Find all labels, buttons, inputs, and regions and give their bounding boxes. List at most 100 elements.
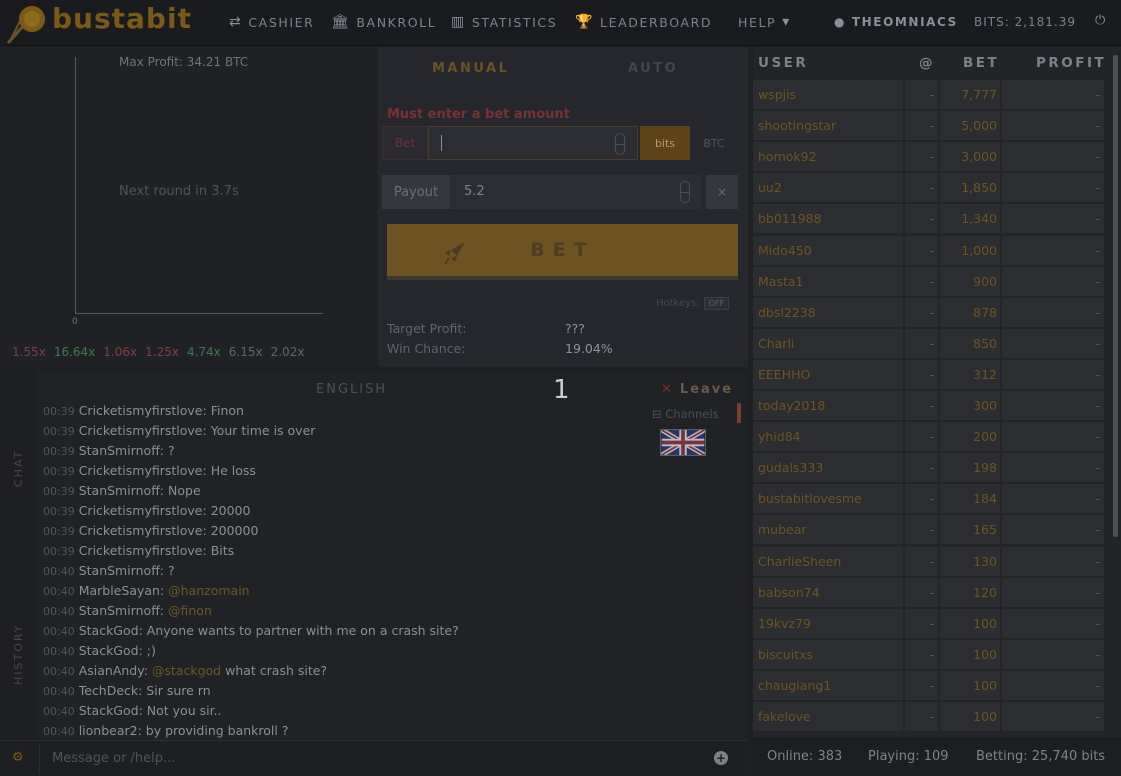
message-author[interactable]: StanSmirnoff: [79, 603, 164, 618]
message-author[interactable]: Cricketismyfirstlove: [79, 403, 207, 418]
message-author[interactable]: MarbleSayan: [79, 583, 164, 598]
message-author[interactable]: StackGod: [79, 703, 143, 718]
gear-icon[interactable]: ⚙ [12, 750, 24, 765]
message-author[interactable]: StanSmirnoff: [79, 443, 164, 458]
player-name[interactable]: uu2 [753, 173, 903, 203]
player-row[interactable]: biscuitxs -100- [753, 639, 1106, 669]
crash-history-item[interactable]: 6.15x [229, 345, 263, 359]
player-row[interactable]: chaugiang1-100- [753, 670, 1106, 700]
channels-toggle[interactable]: ⊟ Channels [652, 407, 719, 421]
crash-history-item[interactable]: 16.64x [54, 345, 95, 359]
tab-manual[interactable]: MANUAL [432, 61, 509, 76]
btc-unit-button[interactable]: BTC [690, 126, 738, 160]
player-row[interactable]: yhid84-200- [753, 422, 1106, 452]
player-name[interactable]: bb011988 [753, 204, 903, 234]
players-scrollbar[interactable] [1113, 55, 1118, 537]
message-author[interactable]: StackGod: [79, 643, 143, 658]
player-name[interactable]: fakelove [753, 702, 903, 731]
bits-unit-button[interactable]: bits [640, 126, 690, 160]
crash-history-item[interactable]: 1.25x [145, 345, 179, 359]
player-name[interactable]: yhid84 [753, 422, 903, 452]
player-name[interactable]: babson74 [753, 577, 903, 607]
crash-history-item[interactable]: 4.74x [187, 345, 221, 359]
payout-input[interactable]: 5.2 [450, 175, 702, 209]
message-author[interactable]: Cricketismyfirstlove: [79, 463, 207, 478]
player-row[interactable]: bustabitlovesme -184- [753, 484, 1106, 514]
leave-channel-button[interactable]: ✕ Leave [661, 382, 733, 397]
message-mention[interactable]: @stackgod [148, 663, 221, 678]
nav-leaderboard[interactable]: 🏆 LEADERBOARD [575, 14, 712, 30]
chat-scrollbar[interactable] [737, 403, 741, 423]
brand-name[interactable]: bustabit [52, 2, 192, 35]
player-name[interactable]: dbsl2238 [753, 297, 903, 327]
tab-history[interactable]: HISTORY [12, 623, 25, 685]
nav-cashier[interactable]: ⇄ CASHIER [229, 14, 314, 30]
message-author[interactable]: StanSmirnoff: [79, 483, 164, 498]
message-author[interactable]: Cricketismyfirstlove: [79, 423, 207, 438]
bustabit-logo[interactable] [4, 3, 50, 45]
message-author[interactable]: TechDeck: [79, 683, 143, 698]
message-mention[interactable]: @finon [164, 603, 212, 618]
player-row[interactable]: CharlieSheen -130- [753, 546, 1106, 576]
player-row[interactable]: Mido450-1,000- [753, 235, 1106, 265]
player-row[interactable]: Charli -850- [753, 328, 1106, 358]
message-author[interactable]: AsianAndy: [79, 663, 148, 678]
player-name[interactable]: today2018 [753, 391, 903, 420]
player-name[interactable]: CharlieSheen [753, 546, 903, 576]
player-row[interactable]: gudals333-198- [753, 453, 1106, 483]
nav-statistics[interactable]: ▥ STATISTICS [451, 14, 557, 30]
tab-auto[interactable]: AUTO [628, 61, 678, 76]
bet-stepper[interactable] [615, 133, 625, 155]
player-name[interactable]: Charli [753, 328, 903, 358]
hotkeys-toggle[interactable]: Hotkeys: OFF [656, 297, 730, 310]
player-row[interactable]: 19kvz79-100- [753, 608, 1106, 638]
message-author[interactable]: StanSmirnoff: [79, 563, 164, 578]
player-row[interactable]: uu2-1,850- [753, 173, 1106, 203]
player-row[interactable]: bb011988-1,340- [753, 204, 1106, 234]
tab-chat[interactable]: CHAT [12, 450, 25, 487]
chat-message-input[interactable]: Message or /help... [39, 744, 739, 774]
message-author[interactable]: Cricketismyfirstlove: [79, 503, 207, 518]
add-icon[interactable]: + [714, 751, 728, 765]
nav-help[interactable]: HELP ▾ [738, 14, 791, 30]
player-row[interactable]: babson74-120- [753, 577, 1106, 607]
message-author[interactable]: lionbear2: [79, 723, 142, 738]
player-name[interactable]: EEEHHO [753, 359, 903, 389]
crash-history-item[interactable]: 1.06x [103, 345, 137, 359]
message-mention[interactable]: @hanzomain [164, 583, 249, 598]
player-row[interactable]: fakelove -100- [753, 702, 1106, 731]
player-name[interactable]: biscuitxs [753, 639, 903, 669]
crash-history-item[interactable]: 1.55x [12, 345, 46, 359]
bet-button[interactable]: BET [387, 224, 738, 280]
player-name[interactable]: homok92 [753, 142, 903, 172]
bet-amount-input[interactable] [428, 126, 638, 160]
player-row[interactable]: EEEHHO -312- [753, 359, 1106, 389]
player-row[interactable]: homok92-3,000- [753, 142, 1106, 172]
player-row[interactable]: shootingstar -5,000- [753, 111, 1106, 141]
message-author[interactable]: StackGod: [79, 623, 143, 638]
player-row[interactable]: today2018-300- [753, 391, 1106, 420]
power-icon[interactable]: ⏻ [1095, 13, 1105, 28]
player-row[interactable]: wspjis -7,777- [753, 80, 1106, 109]
nav-bankroll[interactable]: 🏛 BANKROLL [331, 14, 436, 30]
clear-payout-button[interactable]: × [706, 175, 738, 209]
player-name[interactable]: Mido450 [753, 235, 903, 265]
message-author[interactable]: Cricketismyfirstlove: [79, 523, 207, 538]
player-row[interactable]: dbsl2238-878- [753, 297, 1106, 327]
player-name[interactable]: mubear [753, 515, 903, 545]
uk-flag-icon[interactable] [660, 429, 706, 456]
player-name[interactable]: wspjis [753, 80, 903, 109]
player-name[interactable]: chaugiang1 [753, 670, 903, 700]
hotkeys-state: OFF [703, 297, 730, 310]
player-name[interactable]: 19kvz79 [753, 608, 903, 638]
player-name[interactable]: gudals333 [753, 453, 903, 483]
player-name[interactable]: bustabitlovesme [753, 484, 903, 514]
player-name[interactable]: Masta1 [753, 266, 903, 296]
player-row[interactable]: mubear -165- [753, 515, 1106, 545]
player-name[interactable]: shootingstar [753, 111, 903, 141]
payout-stepper[interactable] [680, 181, 690, 203]
message-author[interactable]: Cricketismyfirstlove: [79, 543, 207, 558]
player-row[interactable]: Masta1-900- [753, 266, 1106, 296]
crash-history-item[interactable]: 2.02x [271, 345, 305, 359]
user-menu[interactable]: ● THEOMNIACS [834, 15, 958, 29]
